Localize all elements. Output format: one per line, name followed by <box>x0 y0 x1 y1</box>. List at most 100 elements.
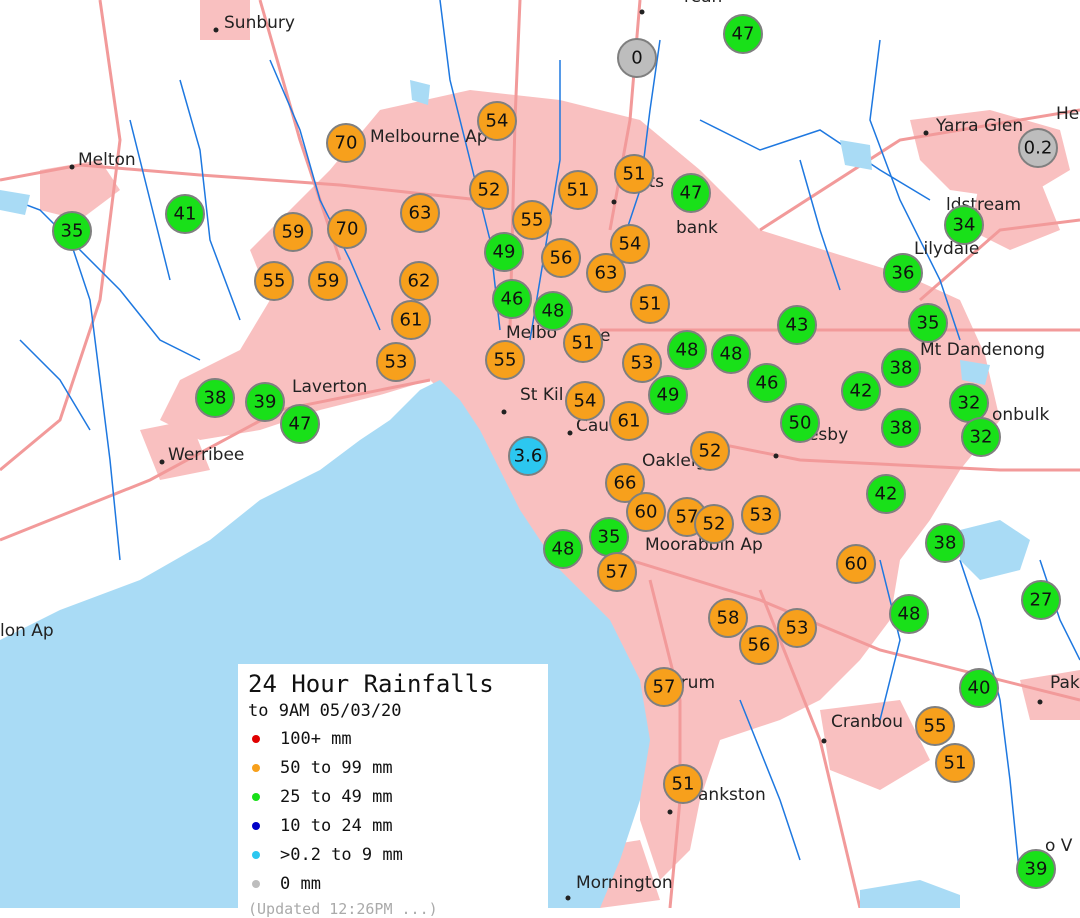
station-value: 58 <box>717 608 740 629</box>
rainfall-station-marker[interactable]: 61 <box>609 401 649 441</box>
rainfall-station-marker[interactable]: 42 <box>841 371 881 411</box>
rainfall-station-marker[interactable]: 52 <box>690 431 730 471</box>
station-value: 51 <box>567 180 590 201</box>
rainfall-station-marker[interactable]: 52 <box>694 504 734 544</box>
rainfall-station-marker[interactable]: 38 <box>881 408 921 448</box>
rainfall-station-marker[interactable]: 0 <box>617 38 657 78</box>
legend-label: 10 to 24 mm <box>280 815 393 836</box>
rainfall-station-marker[interactable]: 47 <box>723 14 763 54</box>
rainfall-station-marker[interactable]: 39 <box>1016 849 1056 889</box>
legend-label: >0.2 to 9 mm <box>280 844 403 865</box>
rainfall-station-marker[interactable]: 47 <box>671 173 711 213</box>
station-value: 53 <box>786 618 809 639</box>
rainfall-station-marker[interactable]: 56 <box>541 238 581 278</box>
place-label: St Kil <box>520 385 563 405</box>
rainfall-station-marker[interactable]: 70 <box>326 123 366 163</box>
station-value: 70 <box>336 219 359 240</box>
rainfall-station-marker[interactable]: 48 <box>667 330 707 370</box>
rainfall-station-marker[interactable]: 27 <box>1021 580 1061 620</box>
rainfall-station-marker[interactable]: 54 <box>565 381 605 421</box>
rainfall-station-marker[interactable]: 3.6 <box>508 436 548 476</box>
legend-dot <box>252 850 260 859</box>
rainfall-station-marker[interactable]: 63 <box>400 193 440 233</box>
rainfall-station-marker[interactable]: 55 <box>915 706 955 746</box>
rainfall-station-marker[interactable]: 52 <box>469 170 509 210</box>
rainfall-station-marker[interactable]: 55 <box>512 200 552 240</box>
rainfall-station-marker[interactable]: 47 <box>280 404 320 444</box>
place-label: lon Ap <box>0 621 54 641</box>
rainfall-station-marker[interactable]: 54 <box>477 101 517 141</box>
rainfall-station-marker[interactable]: 49 <box>484 232 524 272</box>
rainfall-station-marker[interactable]: 39 <box>245 382 285 422</box>
rainfall-station-marker[interactable]: 35 <box>908 303 948 343</box>
rainfall-station-marker[interactable]: 55 <box>485 340 525 380</box>
rainfall-station-marker[interactable]: 50 <box>780 403 820 443</box>
rainfall-station-marker[interactable]: 60 <box>626 492 666 532</box>
rainfall-station-marker[interactable]: 40 <box>959 668 999 708</box>
station-value: 54 <box>619 234 642 255</box>
rainfall-station-marker[interactable]: 48 <box>711 334 751 374</box>
rainfall-station-marker[interactable]: 46 <box>492 279 532 319</box>
station-value: 48 <box>552 539 575 560</box>
rainfall-station-marker[interactable]: 42 <box>866 474 906 514</box>
rainfall-station-marker[interactable]: 57 <box>597 552 637 592</box>
place-dot <box>1037 699 1043 705</box>
legend-row-100-plus: 100+ mm <box>248 724 538 753</box>
place-label: He <box>1056 104 1079 124</box>
rainfall-station-marker[interactable]: 51 <box>558 170 598 210</box>
legend-dot <box>252 734 260 743</box>
rainfall-station-marker[interactable]: 55 <box>254 261 294 301</box>
rainfall-station-marker[interactable]: 48 <box>533 291 573 331</box>
rainfall-station-marker[interactable]: 43 <box>777 305 817 345</box>
station-value: 51 <box>639 294 662 315</box>
rainfall-station-marker[interactable]: 51 <box>563 323 603 363</box>
rainfall-station-marker[interactable]: 51 <box>663 764 703 804</box>
rainfall-station-marker[interactable]: 61 <box>391 300 431 340</box>
station-value: 53 <box>631 353 654 374</box>
legend-title: 24 Hour Rainfalls <box>248 670 494 698</box>
rainfall-station-marker[interactable]: 36 <box>883 253 923 293</box>
rainfall-station-marker[interactable]: 48 <box>889 594 929 634</box>
station-value: 55 <box>521 210 544 231</box>
station-value: 66 <box>614 473 637 494</box>
rainfall-station-marker[interactable]: 51 <box>935 743 975 783</box>
rainfall-station-marker[interactable]: 35 <box>589 517 629 557</box>
rainfall-station-marker[interactable]: 34 <box>944 205 984 245</box>
rainfall-station-marker[interactable]: 46 <box>747 363 787 403</box>
rainfall-station-marker[interactable]: 49 <box>648 375 688 415</box>
rainfall-station-marker[interactable]: 53 <box>741 495 781 535</box>
place-label: Yarra Glen <box>935 116 1023 136</box>
rainfall-station-marker[interactable]: 53 <box>777 608 817 648</box>
rainfall-station-marker[interactable]: 38 <box>881 348 921 388</box>
rainfall-station-marker[interactable]: 57 <box>644 667 684 707</box>
place-label: bank <box>676 218 718 238</box>
rainfall-station-marker[interactable]: 51 <box>614 154 654 194</box>
station-value: 52 <box>478 180 501 201</box>
rainfall-station-marker[interactable]: 35 <box>52 211 92 251</box>
rainfall-station-marker[interactable]: 56 <box>739 625 779 665</box>
rainfall-station-marker[interactable]: 58 <box>708 598 748 638</box>
place-dot <box>639 9 645 15</box>
rainfall-station-marker[interactable]: 38 <box>195 378 235 418</box>
rainfall-station-marker[interactable]: 63 <box>586 253 626 293</box>
rainfall-station-marker[interactable]: 53 <box>622 343 662 383</box>
rainfall-station-marker[interactable]: 53 <box>376 342 416 382</box>
rainfall-station-marker[interactable]: 62 <box>399 261 439 301</box>
station-value: 60 <box>845 554 868 575</box>
rainfall-station-marker[interactable]: 41 <box>165 194 205 234</box>
rainfall-station-marker[interactable]: 48 <box>543 529 583 569</box>
legend-label: 100+ mm <box>280 728 352 749</box>
rainfall-station-marker[interactable]: 51 <box>630 284 670 324</box>
place-dot <box>213 27 219 33</box>
rainfall-station-marker[interactable]: 32 <box>961 417 1001 457</box>
station-value: 52 <box>699 441 722 462</box>
rainfall-station-marker[interactable]: 38 <box>925 523 965 563</box>
station-value: 47 <box>680 183 703 204</box>
rainfall-station-marker[interactable]: 32 <box>949 383 989 423</box>
rainfall-station-marker[interactable]: 59 <box>308 261 348 301</box>
rainfall-station-marker[interactable]: 60 <box>836 544 876 584</box>
station-value: 38 <box>890 418 913 439</box>
rainfall-station-marker[interactable]: 70 <box>327 209 367 249</box>
rainfall-station-marker[interactable]: 59 <box>273 212 313 252</box>
rainfall-station-marker[interactable]: 0.2 <box>1018 128 1058 168</box>
